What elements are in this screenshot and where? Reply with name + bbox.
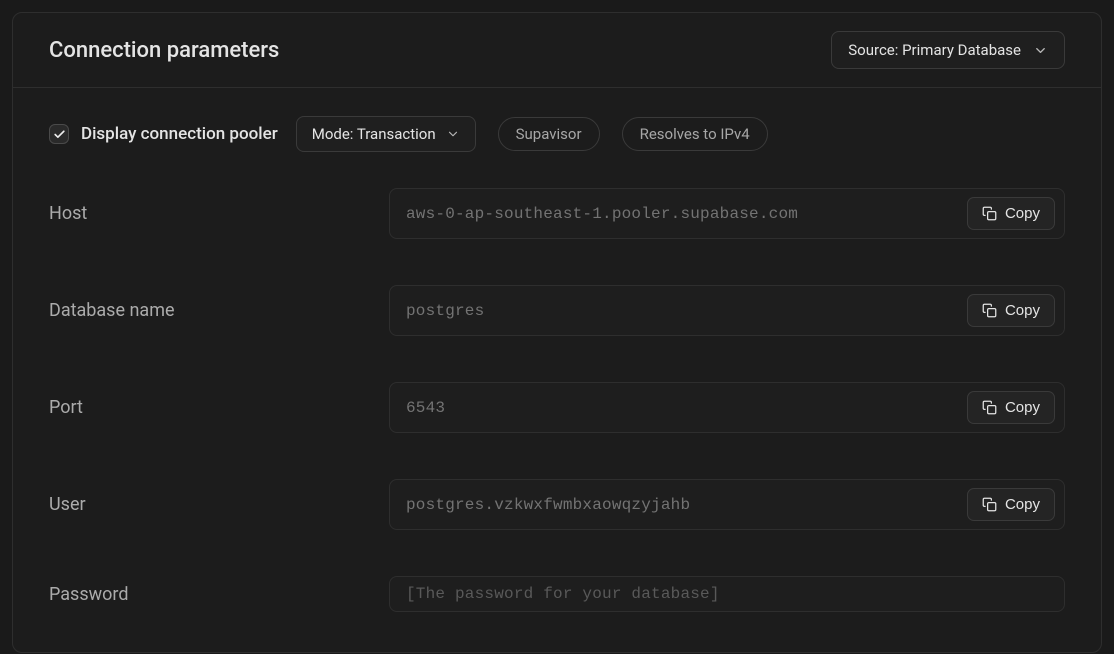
source-select-label: Source: Primary Database	[848, 41, 1021, 59]
copy-icon	[982, 497, 997, 512]
field-value: 6543	[406, 399, 955, 417]
fields-list: Host aws-0-ap-southeast-1.pooler.supabase…	[49, 188, 1065, 612]
copy-button[interactable]: Copy	[967, 294, 1055, 327]
page-title: Connection parameters	[49, 38, 279, 63]
display-pooler-checkbox[interactable]	[49, 124, 69, 144]
field-label: Port	[49, 397, 349, 418]
field-input[interactable]: postgres Copy	[389, 285, 1065, 336]
copy-button-label: Copy	[1005, 496, 1040, 513]
field-label: Database name	[49, 300, 349, 321]
field-label: User	[49, 494, 349, 515]
copy-button-label: Copy	[1005, 205, 1040, 222]
copy-icon	[982, 400, 997, 415]
field-row: Port 6543 Copy	[49, 382, 1065, 433]
field-row: Password [The password for your database]	[49, 576, 1065, 612]
card-header: Connection parameters Source: Primary Da…	[13, 13, 1101, 88]
field-value: [The password for your database]	[406, 585, 1055, 603]
chip-supavisor: Supavisor	[498, 117, 600, 151]
field-input[interactable]: aws-0-ap-southeast-1.pooler.supabase.com…	[389, 188, 1065, 239]
copy-button[interactable]: Copy	[967, 391, 1055, 424]
mode-select[interactable]: Mode: Transaction	[296, 116, 476, 152]
copy-button-label: Copy	[1005, 302, 1040, 319]
card-body: Display connection pooler Mode: Transact…	[13, 88, 1101, 652]
field-input[interactable]: 6543 Copy	[389, 382, 1065, 433]
display-pooler-label: Display connection pooler	[81, 124, 278, 144]
copy-icon	[982, 303, 997, 318]
field-row: User postgres.vzkwxfwmbxaowqzyjahb Copy	[49, 479, 1065, 530]
source-select[interactable]: Source: Primary Database	[831, 31, 1065, 69]
connection-parameters-card: Connection parameters Source: Primary Da…	[12, 12, 1102, 653]
chevron-down-icon	[446, 127, 460, 141]
copy-button-label: Copy	[1005, 399, 1040, 416]
options-row: Display connection pooler Mode: Transact…	[49, 116, 1065, 152]
field-row: Database name postgres Copy	[49, 285, 1065, 336]
checkmark-icon	[53, 128, 66, 141]
chip-resolves-ipv4: Resolves to IPv4	[622, 117, 768, 151]
field-value: postgres.vzkwxfwmbxaowqzyjahb	[406, 496, 955, 514]
chevron-down-icon	[1033, 43, 1048, 58]
display-pooler-checkbox-wrap: Display connection pooler	[49, 124, 278, 144]
mode-select-label: Mode: Transaction	[312, 125, 436, 143]
copy-button[interactable]: Copy	[967, 488, 1055, 521]
field-value: postgres	[406, 302, 955, 320]
field-input[interactable]: [The password for your database]	[389, 576, 1065, 612]
field-input[interactable]: postgres.vzkwxfwmbxaowqzyjahb Copy	[389, 479, 1065, 530]
field-value: aws-0-ap-southeast-1.pooler.supabase.com	[406, 205, 955, 223]
copy-icon	[982, 206, 997, 221]
field-row: Host aws-0-ap-southeast-1.pooler.supabase…	[49, 188, 1065, 239]
copy-button[interactable]: Copy	[967, 197, 1055, 230]
field-label: Host	[49, 203, 349, 224]
field-label: Password	[49, 584, 349, 605]
